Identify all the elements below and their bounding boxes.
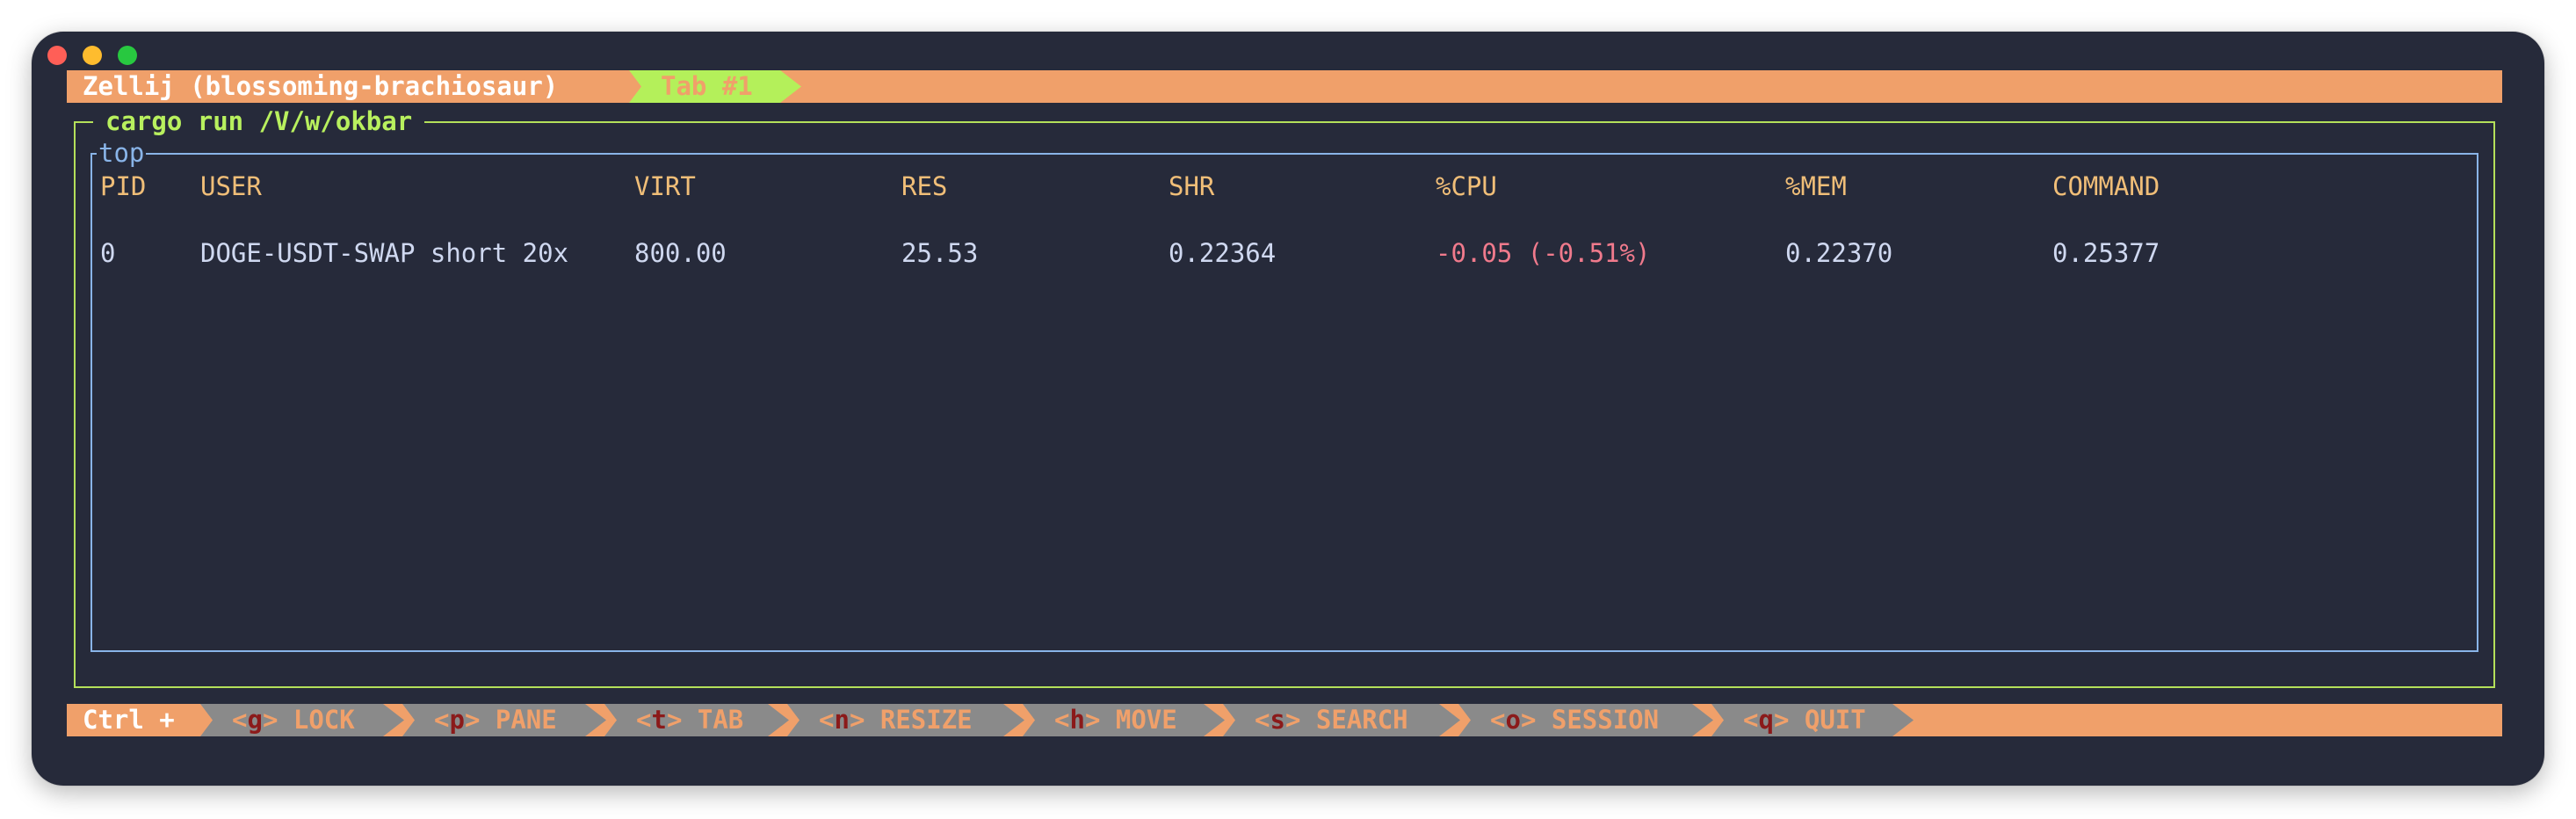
cell-mem: 0.22370	[1785, 238, 1893, 268]
header-mem: %MEM	[1785, 171, 1847, 201]
status-key-n: n	[834, 705, 850, 735]
top-table-box	[90, 153, 2478, 652]
header-cpu: %CPU	[1436, 171, 1497, 201]
zellij-tab-bar: Zellij (blossoming-brachiosaur) Tab #1	[67, 70, 2502, 103]
cell-virt: 800.00	[634, 238, 727, 268]
status-key-p: p	[449, 705, 465, 735]
cell-command: 0.25377	[2052, 238, 2160, 268]
status-label-lock: LOCK	[293, 705, 355, 735]
status-key-o: o	[1505, 705, 1521, 735]
status-label-quit: QUIT	[1804, 705, 1866, 735]
minimize-window-button[interactable]	[83, 46, 102, 65]
cell-user: DOGE-USDT-SWAP short 20x	[200, 238, 569, 268]
session-name: Zellij (blossoming-brachiosaur)	[83, 71, 559, 101]
terminal-window: Zellij (blossoming-brachiosaur) Tab #1 c…	[32, 32, 2544, 786]
cell-cpu: -0.05 (-0.51%)	[1436, 238, 1651, 268]
header-shr: SHR	[1169, 171, 1215, 201]
status-item-quit[interactable]: <q> QUIT	[1711, 704, 1914, 736]
close-window-button[interactable]	[47, 46, 67, 65]
status-key-t: t	[651, 705, 667, 735]
maximize-window-button[interactable]	[118, 46, 137, 65]
header-user: USER	[200, 171, 262, 201]
zellij-status-bar: Ctrl + <g> LOCK <p> PANE <t> TAB <n> RES…	[67, 704, 2502, 736]
status-label-session: SESSION	[1551, 705, 1660, 735]
header-res: RES	[901, 171, 948, 201]
status-label-pane: PANE	[495, 705, 557, 735]
status-item-tab[interactable]: <t> TAB	[604, 704, 789, 736]
status-item-lock[interactable]: <g> LOCK	[200, 704, 404, 736]
tab-label: Tab #1	[661, 71, 753, 101]
status-label-tab: TAB	[697, 705, 744, 735]
tab-1[interactable]: Tab #1	[629, 70, 801, 103]
cell-res: 25.53	[901, 238, 979, 268]
status-item-pane[interactable]: <p> PANE	[402, 704, 606, 736]
header-virt: VIRT	[634, 171, 696, 201]
status-label-search: SEARCH	[1315, 705, 1408, 735]
status-item-move[interactable]: <h> MOVE	[1023, 704, 1225, 736]
header-pid: PID	[100, 171, 147, 201]
status-item-search[interactable]: <s> SEARCH	[1223, 704, 1460, 736]
status-key-q: q	[1758, 705, 1774, 735]
status-label-resize: RESIZE	[879, 705, 973, 735]
header-command: COMMAND	[2052, 171, 2160, 201]
status-item-resize[interactable]: <n> RESIZE	[787, 704, 1024, 736]
status-key-h: h	[1069, 705, 1085, 735]
status-key-s: s	[1270, 705, 1285, 735]
cell-pid: 0	[100, 238, 116, 268]
ctrl-modifier-label: Ctrl +	[83, 705, 175, 735]
status-key-g: g	[247, 705, 263, 735]
pane-title: cargo run /V/w/okbar	[93, 105, 425, 137]
status-item-session[interactable]: <o> SESSION	[1458, 704, 1713, 736]
top-box-title: top	[97, 137, 147, 169]
status-label-move: MOVE	[1115, 705, 1177, 735]
cell-shr: 0.22364	[1169, 238, 1277, 268]
